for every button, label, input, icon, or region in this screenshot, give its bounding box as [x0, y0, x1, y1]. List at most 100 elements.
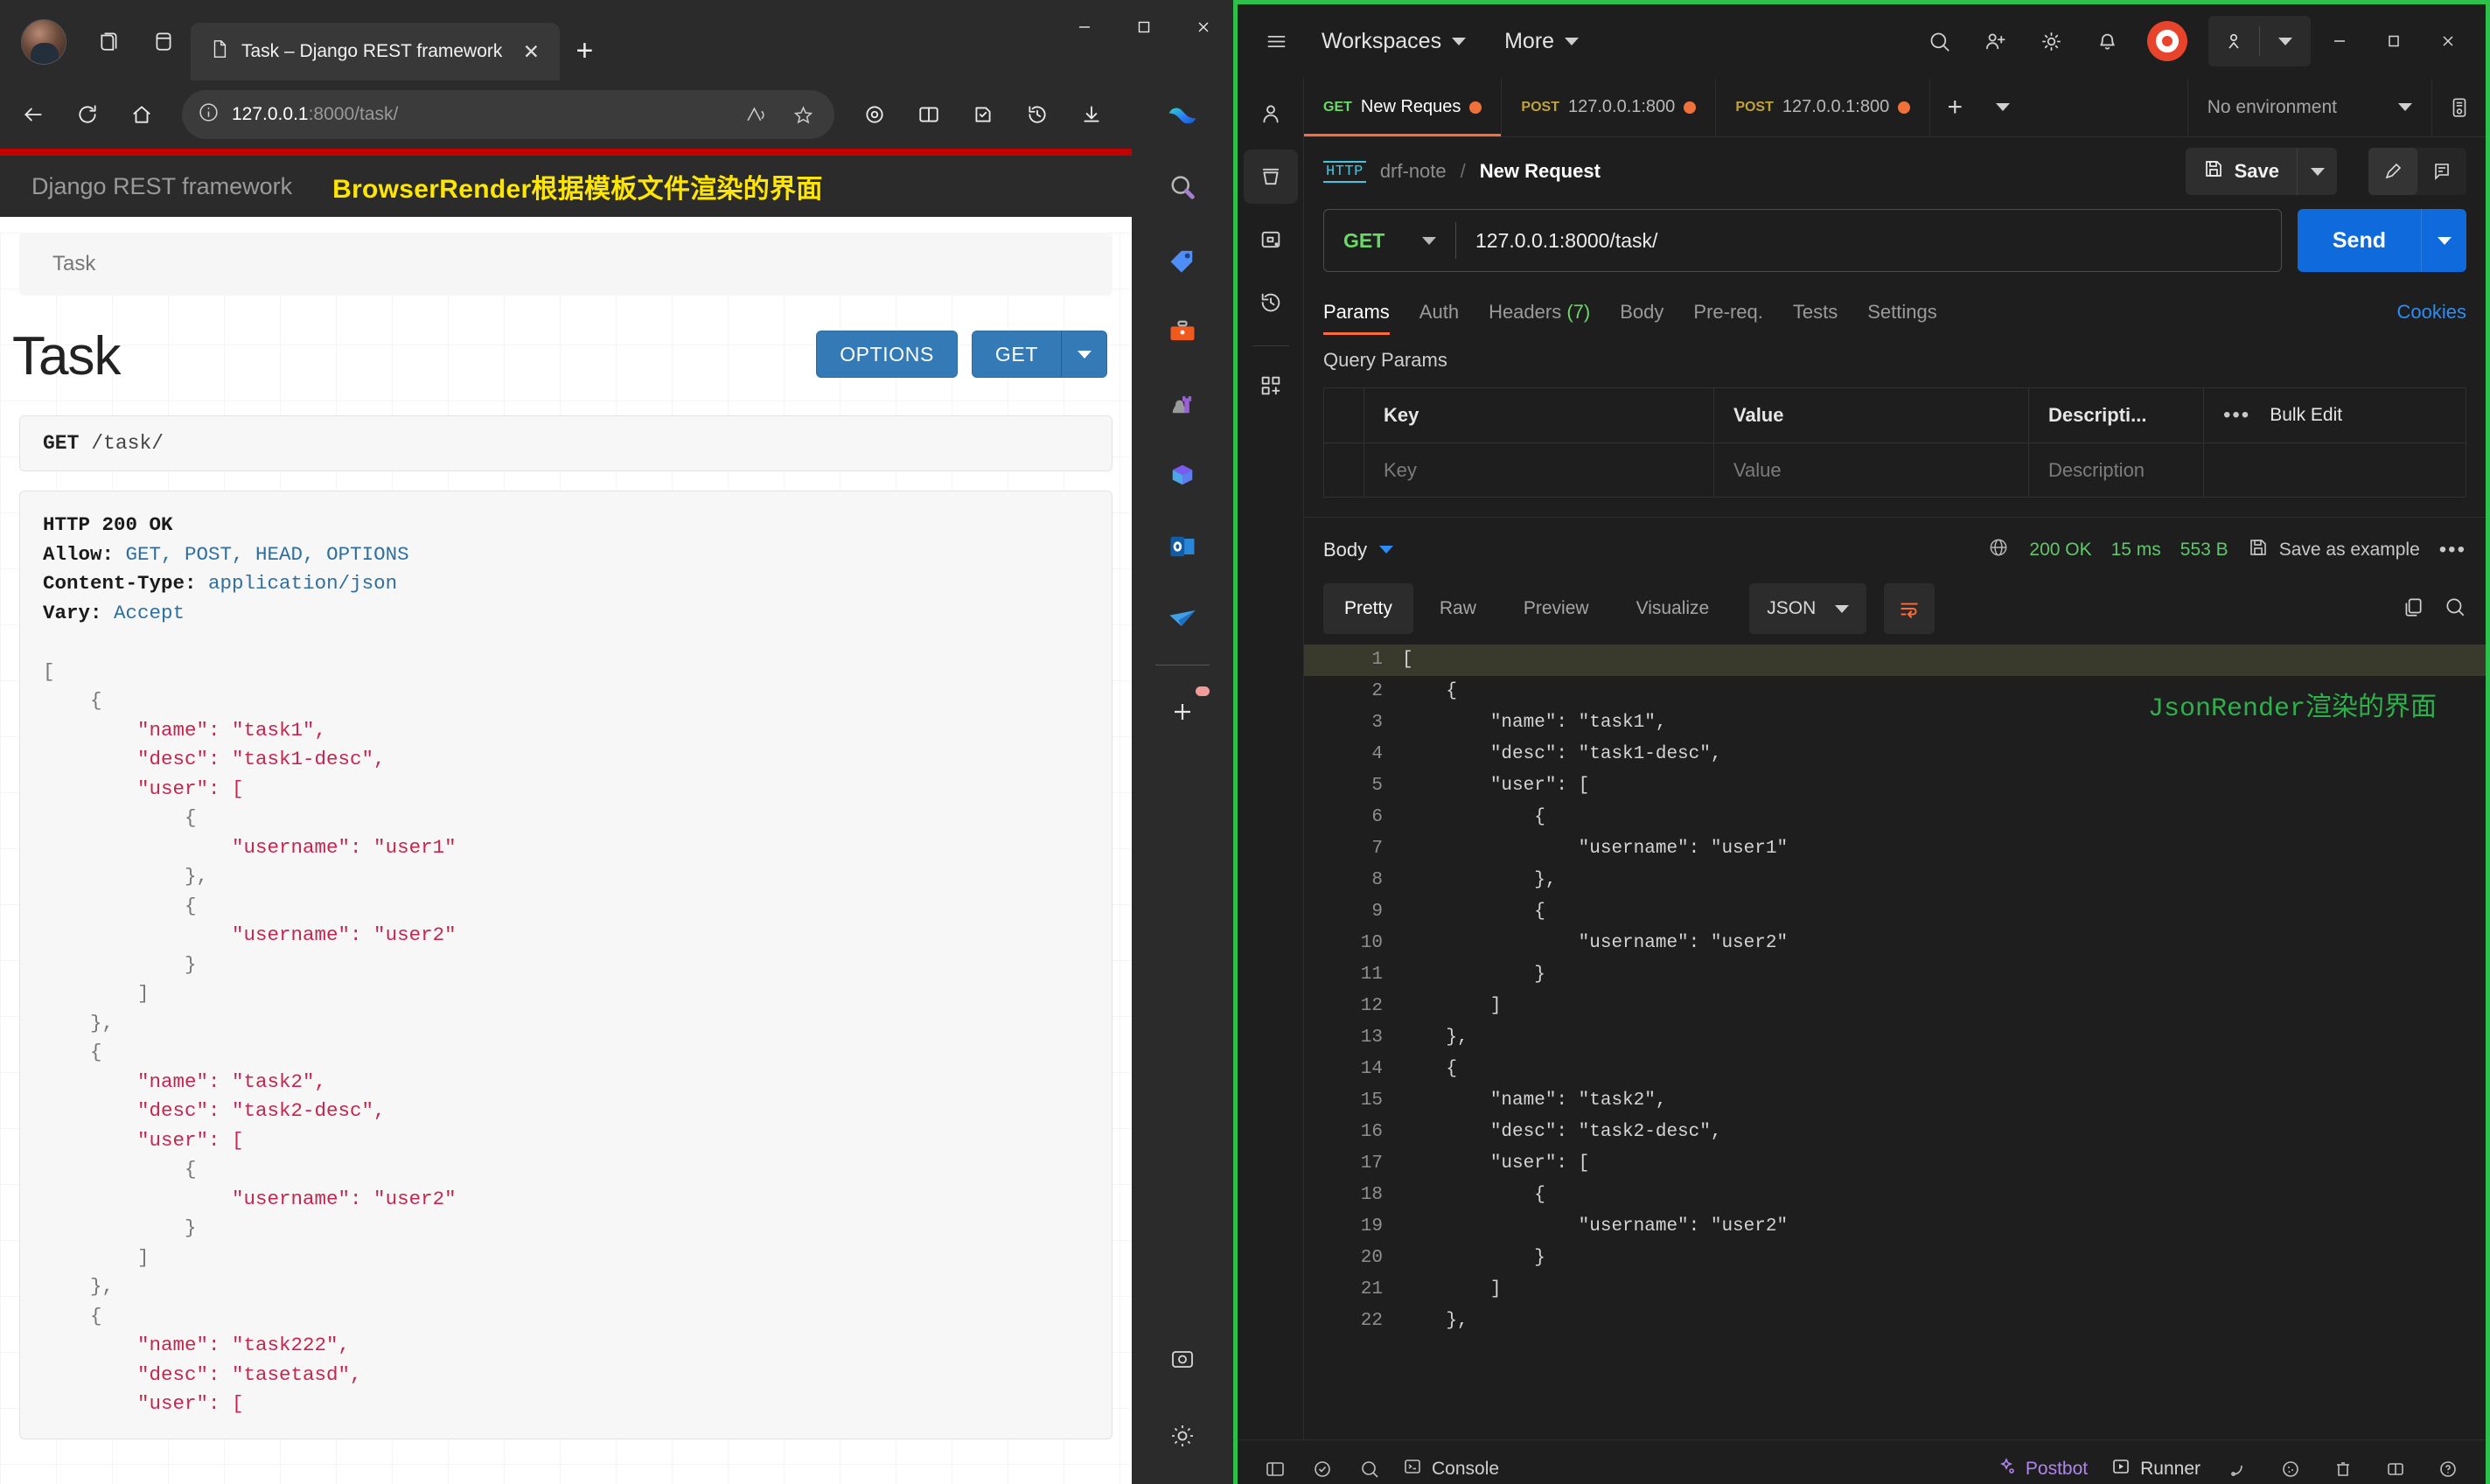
environment-quicklook-icon[interactable] [2431, 78, 2486, 136]
get-button[interactable]: GET [971, 331, 1062, 378]
cookies-icon[interactable] [2267, 1446, 2314, 1484]
tab-body[interactable]: Body [1620, 281, 1663, 344]
tab-list-chevron-icon[interactable] [1979, 78, 2026, 136]
back-icon[interactable] [9, 90, 58, 139]
comment-icon[interactable] [2417, 148, 2466, 195]
trash-icon[interactable] [2319, 1446, 2367, 1484]
maximize-icon[interactable] [1114, 0, 1174, 54]
response-body-selector[interactable]: Body [1323, 539, 1394, 561]
environment-selector[interactable]: No environment [2187, 78, 2431, 136]
request-tab-1[interactable]: POST 127.0.0.1:800 [1502, 78, 1717, 136]
new-tab-button[interactable]: + [560, 26, 609, 75]
method-selector[interactable]: GET [1324, 229, 1455, 253]
postbot-button[interactable]: Postbot [1987, 1456, 2096, 1482]
sidebar-item-new[interactable] [1244, 359, 1298, 413]
response-more-options-icon[interactable]: ••• [2439, 538, 2466, 562]
outlook-icon[interactable] [1150, 514, 1215, 579]
profile-avatar[interactable] [21, 19, 66, 65]
notifications-bell-icon[interactable] [2081, 15, 2133, 67]
save-as-example-button[interactable]: Save as example [2248, 537, 2420, 563]
view-tab-preview[interactable]: Preview [1503, 583, 1610, 634]
view-tab-visualize[interactable]: Visualize [1615, 583, 1731, 634]
tab-tests[interactable]: Tests [1793, 281, 1838, 344]
wrap-lines-icon[interactable] [1884, 583, 1936, 634]
view-tab-raw[interactable]: Raw [1419, 583, 1497, 634]
row-checkbox[interactable] [1324, 442, 1364, 498]
copy-icon[interactable] [2402, 596, 2424, 623]
console-button[interactable]: Console [1393, 1456, 1508, 1482]
send-plane-icon[interactable] [1150, 586, 1215, 651]
send-button[interactable]: Send [2297, 209, 2421, 272]
search-rail-icon[interactable] [1150, 156, 1215, 220]
response-format-selector[interactable]: JSON [1749, 583, 1867, 634]
bulk-edit-link[interactable]: Bulk Edit [2270, 405, 2342, 426]
sidebar-item-collections[interactable] [1243, 150, 1298, 204]
minimize-icon[interactable] [1055, 0, 1114, 54]
capture-requests-icon[interactable] [2214, 1446, 2262, 1484]
send-options-chevron-icon[interactable] [2421, 209, 2466, 272]
shopping-tag-icon[interactable] [1150, 227, 1215, 292]
history-icon[interactable] [1013, 90, 1062, 139]
tab-params[interactable]: Params [1323, 281, 1390, 344]
collections-icon[interactable] [959, 90, 1008, 139]
runner-button[interactable]: Runner [2102, 1456, 2209, 1482]
two-pane-layout-icon[interactable] [2372, 1446, 2419, 1484]
search-icon[interactable] [2444, 596, 2466, 623]
url-input[interactable]: 127.0.0.1:8000/task/ [1456, 229, 2281, 253]
settings-gear-icon[interactable] [1150, 1404, 1215, 1468]
validate-icon[interactable] [1299, 1446, 1346, 1484]
tab-auth[interactable]: Auth [1419, 281, 1459, 344]
save-button[interactable]: Save [2185, 148, 2297, 195]
workspaces-menu[interactable]: Workspaces [1302, 29, 1485, 54]
account-avatar[interactable] [2147, 21, 2187, 61]
description-input[interactable]: Description [2029, 442, 2204, 498]
more-options-icon[interactable]: ••• [2223, 403, 2250, 428]
sidebar-item-environments[interactable] [1244, 212, 1298, 267]
favorite-star-icon[interactable] [785, 97, 820, 132]
office-icon[interactable] [1150, 442, 1215, 507]
url-bar[interactable]: GET 127.0.0.1:8000/task/ [1323, 209, 2282, 272]
key-input[interactable]: Key [1364, 442, 1714, 498]
maximize-icon[interactable] [2368, 16, 2419, 66]
view-tab-pretty[interactable]: Pretty [1323, 583, 1413, 634]
share-invite-icon[interactable] [2208, 16, 2259, 66]
table-row[interactable]: Key Value Description [1324, 442, 2466, 498]
close-window-icon[interactable] [2423, 16, 2473, 66]
options-button[interactable]: OPTIONS [816, 331, 958, 378]
tools-icon[interactable] [1150, 299, 1215, 364]
tab-settings[interactable]: Settings [1867, 281, 1937, 344]
close-icon[interactable]: ✕ [514, 35, 548, 68]
copilot-rail-icon[interactable] [1150, 84, 1215, 149]
tab-headers[interactable]: Headers (7) [1489, 281, 1590, 344]
request-tab-0[interactable]: GET New Reques [1304, 78, 1503, 136]
invite-user-icon[interactable] [1969, 15, 2021, 67]
sidebar-item-account[interactable] [1244, 87, 1298, 141]
request-tab-2[interactable]: POST 127.0.0.1:800 [1716, 78, 1931, 136]
reload-icon[interactable] [63, 90, 112, 139]
tab-collections-icon[interactable] [82, 14, 136, 68]
split-screen-nav-icon[interactable] [904, 90, 953, 139]
breadcrumb[interactable]: Task [19, 233, 1112, 296]
help-icon[interactable] [2424, 1446, 2472, 1484]
sidebar-item-history[interactable] [1244, 275, 1298, 330]
search-icon[interactable] [1913, 15, 1965, 67]
new-request-tab-button[interactable]: + [1930, 78, 1979, 136]
minimize-icon[interactable] [2314, 16, 2365, 66]
chevron-down-icon[interactable] [2260, 16, 2311, 66]
add-sidebar-icon[interactable] [1150, 679, 1215, 744]
close-window-icon[interactable] [1174, 0, 1233, 54]
split-screen-icon[interactable] [136, 14, 191, 68]
chevron-down-icon[interactable] [1062, 331, 1107, 378]
browser-essentials-icon[interactable] [850, 90, 899, 139]
games-icon[interactable] [1150, 371, 1215, 435]
more-menu[interactable]: More [1485, 29, 1598, 54]
edit-pencil-icon[interactable] [2368, 148, 2417, 195]
toggle-sidebar-icon[interactable] [1252, 1446, 1299, 1484]
value-input[interactable]: Value [1714, 442, 2029, 498]
cookies-link[interactable]: Cookies [2397, 301, 2466, 324]
tab-prerequest[interactable]: Pre-req. [1693, 281, 1762, 344]
downloads-icon[interactable] [1067, 90, 1116, 139]
address-bar[interactable]: 127.0.0.1:8000/task/ [182, 90, 834, 139]
screenshot-icon[interactable] [1150, 1327, 1215, 1391]
home-icon[interactable] [117, 90, 166, 139]
